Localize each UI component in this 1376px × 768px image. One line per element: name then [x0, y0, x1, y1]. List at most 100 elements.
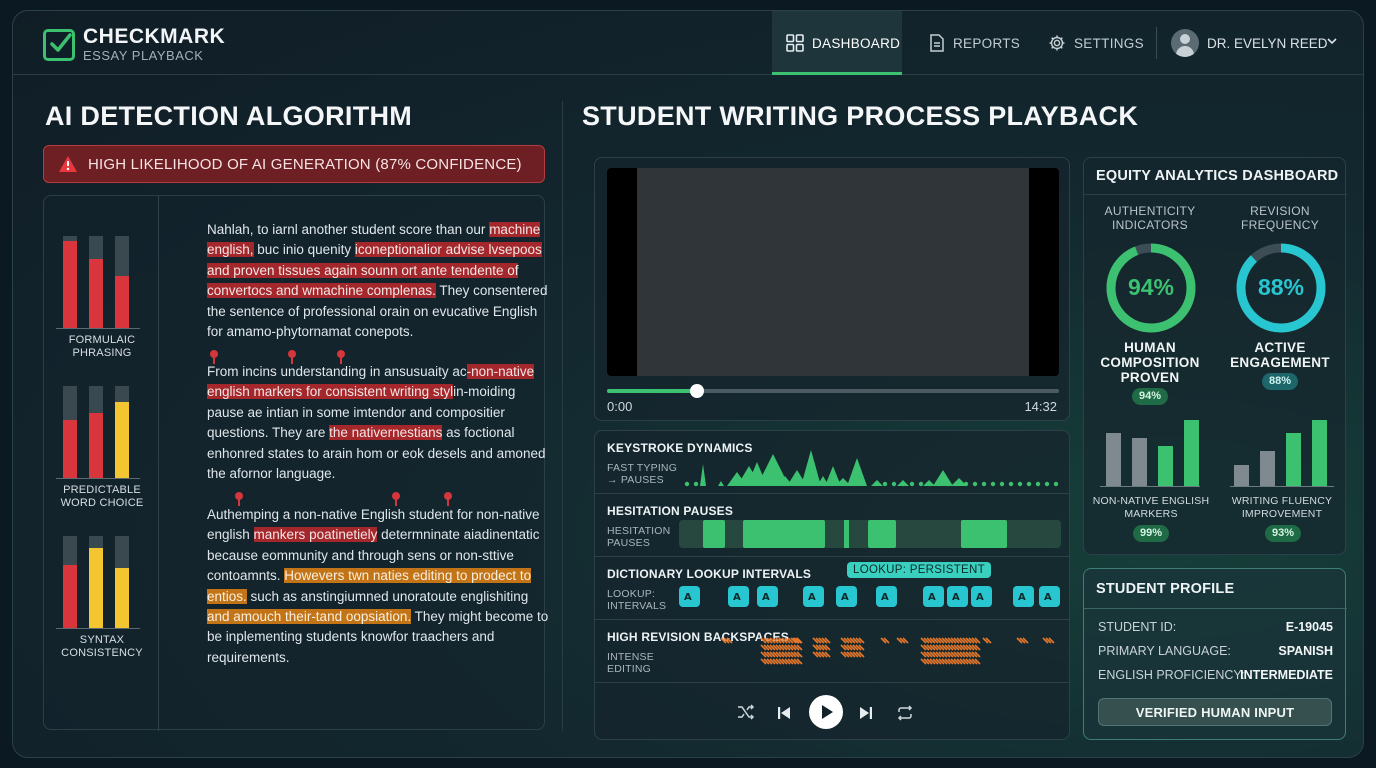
- profile-title: STUDENT PROFILE: [1096, 581, 1235, 597]
- user-avatar[interactable]: [1171, 29, 1199, 57]
- nav-settings-label: SETTINGS: [1074, 35, 1144, 51]
- profile-row-primary-language: PRIMARY LANGUAGE: SPANISH: [1098, 644, 1333, 658]
- lookup-marker-icon[interactable]: A: [728, 586, 749, 609]
- grid-icon: [786, 34, 804, 52]
- user-name[interactable]: DR. EVELYN REED: [1207, 36, 1328, 51]
- authenticity-badge: 94%: [1132, 388, 1168, 405]
- warning-icon: [59, 156, 77, 172]
- lookup-marker-icon[interactable]: A: [876, 586, 897, 609]
- repeat-icon[interactable]: [896, 705, 914, 721]
- non-native-badge: 99%: [1133, 525, 1169, 542]
- track-subtitle: FAST TYPING → PAUSES: [607, 462, 678, 486]
- lookup-marker-icon[interactable]: A: [679, 586, 700, 609]
- mini-chart-bar: [1158, 446, 1173, 486]
- profile-row-student-id: STUDENT ID: E-19045: [1098, 620, 1333, 634]
- flag-pin[interactable]: [288, 350, 296, 364]
- checkmark-logo-icon: [43, 29, 75, 61]
- letterbox-left: [607, 168, 637, 376]
- fluency-label: WRITING FLUENCY IMPROVEMENT: [1231, 495, 1333, 520]
- fluency-badge: 93%: [1265, 525, 1301, 542]
- flag-pin[interactable]: [392, 492, 400, 506]
- lookup-marker-icon[interactable]: A: [757, 586, 778, 609]
- track-hesitation-pauses: HESITATION PAUSES HESITATION PAUSES: [595, 494, 1069, 557]
- shuffle-icon[interactable]: [737, 704, 755, 720]
- essay-fragment: Nahlah, to iarnl another student score t…: [207, 222, 490, 237]
- svg-text:A: A: [1018, 592, 1026, 603]
- nav-dashboard[interactable]: DASHBOARD: [772, 11, 902, 75]
- metric-bar: [63, 241, 77, 328]
- equity-analytics-panel: EQUITY ANALYTICS DASHBOARD AUTHENTICITY …: [1083, 157, 1347, 555]
- metric-bar: [89, 413, 103, 478]
- scrubber-handle[interactable]: [690, 384, 705, 398]
- lookup-marker-icon[interactable]: A: [803, 586, 824, 609]
- flag-pin[interactable]: [444, 492, 452, 506]
- mini-chart-bar: [1234, 465, 1249, 486]
- metric-bar: [63, 420, 77, 478]
- lookup-marker-icon[interactable]: A: [1039, 586, 1060, 609]
- essay-fragment: From incins understanding in ansusuaity …: [207, 364, 467, 379]
- hesitation-timeline[interactable]: [679, 520, 1061, 548]
- nav-dashboard-label: DASHBOARD: [812, 35, 901, 51]
- essay-fragment: buc inio quenity: [253, 242, 355, 258]
- metric-bar-track: [89, 536, 103, 628]
- metric-bar: [89, 259, 103, 328]
- flagged-phrase[interactable]: the nativernestians: [329, 425, 443, 441]
- metric-bar-track: [115, 236, 129, 328]
- svg-text:A: A: [881, 592, 889, 603]
- keystroke-waveform: [681, 450, 1059, 487]
- authenticity-caption: HUMAN COMPOSITION PROVEN: [1100, 340, 1200, 385]
- nav-settings[interactable]: SETTINGS: [1048, 11, 1144, 75]
- lookup-marker-icon[interactable]: A: [971, 586, 992, 609]
- lookup-marker-icon[interactable]: A: [836, 586, 857, 609]
- mini-chart-bar: [1312, 420, 1327, 486]
- metric-baseline: [56, 628, 140, 629]
- skip-forward-icon[interactable]: [859, 706, 873, 720]
- essay-text: From incins understanding in ansusuaity …: [207, 364, 545, 481]
- play-button[interactable]: [809, 695, 843, 729]
- play-icon: [822, 705, 833, 719]
- profile-key: ENGLISH PROFICIENCY:: [1098, 668, 1245, 682]
- playback-video-area[interactable]: [607, 168, 1059, 376]
- svg-text:A: A: [976, 592, 984, 603]
- metric-bar-track: [115, 386, 129, 478]
- lookup-marker-icon[interactable]: A: [923, 586, 944, 609]
- svg-text:A: A: [684, 592, 692, 603]
- skip-back-icon[interactable]: [777, 706, 791, 720]
- flagged-phrase[interactable]: and amouch their-tand oopsiation.: [207, 609, 412, 625]
- metric-bar-track: [63, 236, 77, 328]
- ai-likelihood-alert: HIGH LIKELIHOOD OF AI GENERATION (87% CO…: [43, 145, 545, 183]
- essay-analysis-panel: FORMULAIC PHRASING PREDICTABLE WORD CHOIC…: [43, 195, 548, 731]
- verified-human-input-button[interactable]: VERIFIED HUMAN INPUT: [1098, 698, 1332, 726]
- track-revision-backspaces: HIGH REVISION BACKSPACES INTENSE EDITING: [595, 620, 1069, 683]
- track-title: DICTIONARY LOOKUP INTERVALS: [607, 567, 812, 581]
- profile-row-english-proficiency: ENGLISH PROFICIENCY: INTERMEDIATE: [1098, 668, 1333, 682]
- revision-badge: 88%: [1262, 373, 1298, 390]
- svg-text:A: A: [808, 592, 816, 603]
- chart-baseline: [1100, 486, 1200, 487]
- metric-bar-track: [89, 386, 103, 478]
- flagged-phrase[interactable]: mankers poatinetiely: [253, 527, 378, 543]
- lookup-persistent-badge: LOOKUP: PERSISTENT: [847, 562, 991, 578]
- brand-subtitle: ESSAY PLAYBACK: [83, 48, 204, 63]
- essay-fragment: such as anstingiumned unoratoute english…: [246, 588, 529, 604]
- chevron-down-icon[interactable]: [1327, 37, 1337, 45]
- flag-pin[interactable]: [210, 350, 218, 364]
- document-icon: [930, 34, 944, 52]
- lookup-marker-icon[interactable]: A: [1013, 586, 1034, 609]
- metric-bar-track: [63, 536, 77, 628]
- scrubber-track[interactable]: [607, 384, 1059, 398]
- lookup-marker-icon[interactable]: A: [947, 586, 968, 609]
- metric-bar: [115, 402, 129, 478]
- panel-divider: [158, 196, 159, 731]
- metric-bar-track: [115, 536, 129, 628]
- metric-bar: [63, 565, 77, 628]
- track-subtitle: HESITATION PAUSES: [607, 525, 671, 549]
- mini-chart-bar: [1286, 433, 1301, 486]
- nav-reports[interactable]: REPORTS: [929, 11, 1020, 75]
- metric-label: PREDICTABLE WORD CHOICE: [60, 484, 144, 509]
- flag-pin[interactable]: [235, 492, 243, 506]
- flag-pin[interactable]: [337, 350, 345, 364]
- svg-text:A: A: [841, 592, 849, 603]
- video-player: 0:00 14:32: [594, 157, 1070, 421]
- metric-baseline: [56, 478, 140, 479]
